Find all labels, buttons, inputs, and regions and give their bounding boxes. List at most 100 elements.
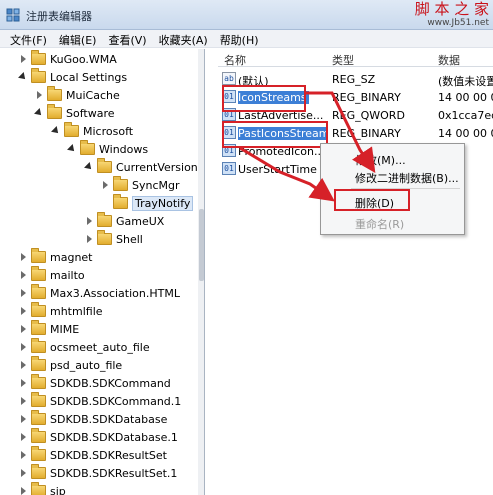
tree-item-label: mailto (50, 268, 85, 282)
tree-item[interactable]: CurrentVersion (84, 158, 198, 176)
expander-icon[interactable] (100, 180, 110, 190)
tree-scrollbar[interactable] (198, 49, 204, 495)
expander-icon[interactable] (18, 468, 28, 478)
binary-value-icon: 01 (222, 162, 236, 175)
expander-icon[interactable] (34, 108, 44, 118)
expander-icon[interactable] (100, 198, 110, 208)
expander-icon[interactable] (18, 450, 28, 460)
value-data: 0x1cca7ed (438, 109, 493, 122)
tree-item-label: Windows (99, 142, 149, 156)
tree-item[interactable]: psd_auto_file (18, 356, 122, 374)
tree-item[interactable]: SDKDB.SDKCommand.1 (18, 392, 181, 410)
tree-item-label: Max3.Association.HTML (50, 286, 180, 300)
tree-item[interactable]: magnet (18, 248, 93, 266)
folder-icon (31, 320, 46, 335)
tree-item-label: Shell (116, 232, 143, 246)
tree-item[interactable]: Software (34, 104, 115, 122)
expander-icon[interactable] (67, 144, 77, 154)
value-type: REG_QWORD (332, 109, 405, 122)
tree-item[interactable]: SyncMgr (100, 176, 180, 194)
tree-item[interactable]: Microsoft (51, 122, 133, 140)
menu-file[interactable]: 文件(F) (4, 30, 53, 47)
expander-icon[interactable] (18, 360, 28, 370)
value-type: REG_SZ (332, 73, 376, 86)
folder-icon (80, 140, 95, 155)
tree-item[interactable]: Max3.Association.HTML (18, 284, 180, 302)
value-data: 14 00 00 0 (438, 91, 493, 104)
window-title: 注册表编辑器 (26, 10, 92, 23)
tree-item[interactable]: Shell (84, 230, 143, 248)
expander-icon[interactable] (18, 378, 28, 388)
tree-item-label: Software (66, 106, 115, 120)
tree-item[interactable]: Local Settings (18, 68, 127, 86)
folder-icon (31, 284, 46, 299)
tree-item[interactable]: SDKDB.SDKDatabase (18, 410, 167, 428)
expander-icon[interactable] (18, 414, 28, 424)
expander-icon[interactable] (18, 72, 28, 82)
expander-icon[interactable] (84, 216, 94, 226)
ctx-modify-binary[interactable]: 修改二进制数据(B)... (355, 170, 459, 186)
menu-edit[interactable]: 编辑(E) (53, 30, 103, 47)
tree-item[interactable]: SDKDB.SDKResultSet (18, 446, 167, 464)
folder-icon (31, 50, 46, 65)
registry-tree[interactable]: KuGoo.WMA Local Settings MuiCache Softwa… (0, 49, 205, 495)
tree-item[interactable]: sip (18, 482, 66, 495)
folder-icon (113, 194, 128, 209)
column-header-name[interactable]: 名称 (224, 52, 246, 68)
expander-icon[interactable] (18, 306, 28, 316)
annotation-box-iconstreams (222, 85, 306, 112)
tree-item[interactable]: SDKDB.SDKCommand (18, 374, 171, 392)
column-header-type[interactable]: 类型 (332, 52, 354, 68)
tree-item-label: SDKDB.SDKResultSet.1 (50, 466, 178, 480)
watermark-url: www.Jb51.net (427, 18, 489, 28)
expander-icon[interactable] (18, 54, 28, 64)
tree-item[interactable]: SDKDB.SDKResultSet.1 (18, 464, 177, 482)
tree-item[interactable]: KuGoo.WMA (18, 50, 117, 68)
column-header-data[interactable]: 数据 (438, 52, 460, 68)
tree-item-label: MIME (50, 322, 80, 336)
ctx-modify[interactable]: 修改(M)... (355, 152, 406, 168)
expander-icon[interactable] (84, 234, 94, 244)
value-data: (数值未设置) (438, 75, 493, 88)
expander-icon[interactable] (18, 396, 28, 406)
tree-item[interactable]: GameUX (84, 212, 164, 230)
expander-icon[interactable] (18, 252, 28, 262)
folder-icon (113, 176, 128, 191)
tree-item[interactable]: SDKDB.SDKDatabase.1 (18, 428, 178, 446)
folder-icon (31, 428, 46, 443)
column-header-row: 名称 类型 数据 (218, 49, 493, 67)
folder-icon (47, 86, 62, 101)
tree-item-label: TrayNotify (132, 195, 194, 211)
annotation-box-delete (334, 189, 410, 211)
expander-icon[interactable] (18, 270, 28, 280)
expander-icon[interactable] (18, 342, 28, 352)
tree-item[interactable]: MuiCache (34, 86, 120, 104)
expander-icon[interactable] (18, 432, 28, 442)
expander-icon[interactable] (18, 486, 28, 495)
expander-icon[interactable] (18, 288, 28, 298)
expander-icon[interactable] (84, 162, 94, 172)
tree-item[interactable]: mhtmlfile (18, 302, 103, 320)
values-list[interactable]: 名称 类型 数据 ab (默认) REG_SZ (数值未设置) 01 IconS… (218, 49, 493, 495)
folder-icon (31, 338, 46, 353)
tree-item-label: GameUX (116, 214, 165, 228)
tree-item[interactable]: Windows (67, 140, 148, 158)
menu-help[interactable]: 帮助(H) (214, 30, 265, 47)
expander-icon[interactable] (34, 90, 44, 100)
folder-icon (31, 356, 46, 371)
tree-item[interactable]: ocsmeet_auto_file (18, 338, 150, 356)
tree-item[interactable]: mailto (18, 266, 85, 284)
value-type: REG_BINARY (332, 91, 401, 104)
folder-icon (31, 464, 46, 479)
expander-icon[interactable] (18, 324, 28, 334)
tree-item-label: SDKDB.SDKCommand.1 (50, 394, 182, 408)
value-type: REG_BINARY (332, 127, 401, 140)
tree-item[interactable]: MIME (18, 320, 79, 338)
expander-icon[interactable] (51, 126, 61, 136)
menu-favorites[interactable]: 收藏夹(A) (153, 30, 214, 47)
ctx-rename: 重命名(R) (355, 218, 405, 231)
watermark: 脚 本 之 家 www.Jb51.net (403, 1, 489, 29)
menu-view[interactable]: 查看(V) (102, 30, 152, 47)
scrollbar-thumb[interactable] (199, 209, 204, 281)
tree-item[interactable]: TrayNotify (100, 194, 194, 212)
